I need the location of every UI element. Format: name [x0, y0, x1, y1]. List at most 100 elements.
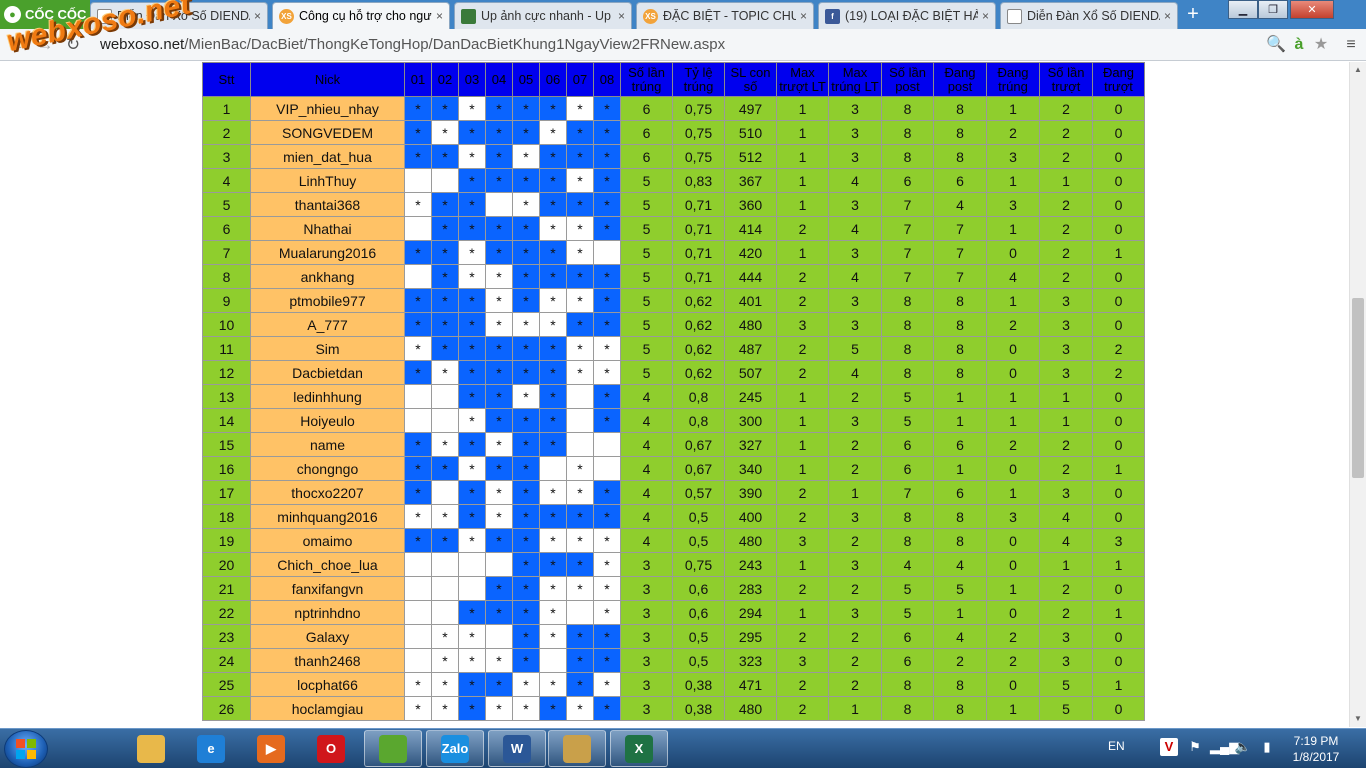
nick-cell[interactable]: Mualarung2016 [250, 240, 405, 265]
vertical-scrollbar[interactable]: ▲ ▼ [1349, 62, 1366, 727]
network-signal-icon[interactable]: ▂▄▆ [1210, 738, 1239, 756]
stat-cell: 2 [1039, 432, 1093, 457]
nick-cell[interactable]: hoclamgiau [250, 696, 405, 721]
miss-mark-cell: * [593, 672, 621, 697]
hit-mark-cell: * [404, 288, 432, 313]
taskbar-internet-explorer-button[interactable]: e [182, 730, 240, 767]
nick-cell[interactable]: mien_dat_hua [250, 144, 405, 169]
nick-cell[interactable]: VIP_nhieu_nhay [250, 96, 405, 121]
empty-mark-cell [404, 648, 432, 673]
new-tab-button[interactable]: + [1182, 4, 1204, 26]
hit-mark-cell: * [566, 552, 594, 577]
nick-cell[interactable]: Sim [250, 336, 405, 361]
hit-mark-cell: * [485, 144, 513, 169]
browser-tab[interactable]: Diễn Đàn Xổ Số DIENDA × [1000, 2, 1178, 29]
taskbar-coccoc-browser-button[interactable] [364, 730, 422, 767]
stat-cell: 0,8 [672, 384, 725, 409]
tab-close-icon[interactable]: × [618, 9, 625, 23]
taskbar-opera-button[interactable]: O [302, 730, 360, 767]
taskbar-explorer-button[interactable] [122, 730, 180, 767]
stat-cell: 243 [724, 552, 777, 577]
nick-cell[interactable]: Hoiyeulo [250, 408, 405, 433]
nick-cell[interactable]: name [250, 432, 405, 457]
url-path: /MienBac/DacBiet/ThongKeTongHop/DanDacBi… [184, 36, 726, 53]
menu-icon[interactable]: ≡ [1341, 35, 1361, 55]
stat-cell: 5 [933, 576, 987, 601]
hit-mark-cell: * [512, 624, 540, 649]
stat-cell: 8 [881, 144, 934, 169]
nick-cell[interactable]: omaimo [250, 528, 405, 553]
stat-cell: 1 [776, 600, 829, 625]
taskbar-media-player-button[interactable]: ▶ [242, 730, 300, 767]
nick-cell[interactable]: minhquang2016 [250, 504, 405, 529]
browser-tab[interactable]: XS ĐẶC BIỆT - TOPIC CHUY × [636, 2, 814, 29]
hit-mark-cell: * [512, 552, 540, 577]
tab-close-icon[interactable]: × [1164, 9, 1171, 23]
stat-cell: 323 [724, 648, 777, 673]
browser-tab[interactable]: XS Công cụ hỗ trợ cho ngươ × [272, 2, 450, 29]
stat-cell: 7 [881, 480, 934, 505]
input-language[interactable]: EN [1108, 739, 1125, 753]
stat-cell: 0,5 [672, 504, 725, 529]
start-button[interactable] [4, 730, 48, 768]
scroll-down-arrow-icon[interactable]: ▼ [1350, 711, 1366, 727]
taskbar-zalo-button[interactable]: Zalo [426, 730, 484, 767]
tab-close-icon[interactable]: × [982, 9, 989, 23]
miss-mark-cell: * [539, 600, 567, 625]
taskbar-excel-button[interactable]: X [610, 730, 668, 767]
nick-cell[interactable]: chongngo [250, 456, 405, 481]
nick-cell[interactable]: fanxifangvn [250, 576, 405, 601]
nick-cell[interactable]: ptmobile977 [250, 288, 405, 313]
miss-mark-cell: * [539, 312, 567, 337]
maximize-button[interactable]: ❐ [1258, 0, 1288, 19]
stat-cell: 471 [724, 672, 777, 697]
miss-mark-cell: * [512, 192, 540, 217]
stat-cell: 294 [724, 600, 777, 625]
nick-cell[interactable]: SONGVEDEM [250, 120, 405, 145]
address-bar[interactable]: webxoso.net/MienBac/DacBiet/ThongKeTongH… [96, 32, 1336, 58]
taskbar-word-button[interactable]: W [488, 730, 546, 767]
nick-cell[interactable]: nptrinhdno [250, 600, 405, 625]
nick-cell[interactable]: Dacbietdan [250, 360, 405, 385]
zoom-icon[interactable]: 🔍 [1266, 35, 1286, 55]
nick-cell[interactable]: Nhathai [250, 216, 405, 241]
nick-cell[interactable]: locphat66 [250, 672, 405, 697]
battery-icon[interactable]: ▮ [1258, 738, 1276, 756]
tab-close-icon[interactable]: × [436, 9, 443, 23]
minimize-button[interactable]: ▁ [1228, 0, 1258, 19]
nick-cell[interactable]: ledinhhung [250, 384, 405, 409]
browser-tab[interactable]: f (19) LOẠI ĐẶC BIỆT HÀN × [818, 2, 996, 29]
stat-cell: 0,5 [672, 624, 725, 649]
bookmark-star-icon[interactable]: ★ [1311, 35, 1331, 55]
stat-cell: 1 [986, 168, 1040, 193]
stat-cell: 327 [724, 432, 777, 457]
hit-mark-cell: * [458, 696, 486, 721]
volume-icon[interactable]: 🔈 [1234, 738, 1252, 756]
nick-cell[interactable]: thantai368 [250, 192, 405, 217]
taskbar-paint-button[interactable] [548, 730, 606, 767]
tab-close-icon[interactable]: × [800, 9, 807, 23]
stat-cell: 4 [620, 528, 673, 553]
nick-cell[interactable]: LinhThuy [250, 168, 405, 193]
system-clock[interactable]: 7:19 PM 1/8/2017 [1285, 733, 1347, 765]
nick-cell[interactable]: Chich_choe_lua [250, 552, 405, 577]
close-window-button[interactable]: ✕ [1290, 0, 1334, 19]
browser-tab[interactable]: Up ảnh cực nhanh - Up ! × [454, 2, 632, 29]
nick-cell[interactable]: Galaxy [250, 624, 405, 649]
flag-tray-icon[interactable]: ⚑ [1186, 738, 1204, 756]
tab-close-icon[interactable]: × [254, 9, 261, 23]
hit-mark-cell: * [512, 456, 540, 481]
nick-cell[interactable]: thocxo2207 [250, 480, 405, 505]
coccoc-extension-icon[interactable]: à [1289, 35, 1309, 55]
scroll-up-arrow-icon[interactable]: ▲ [1350, 62, 1366, 78]
img-favicon-icon [461, 8, 476, 24]
nick-cell[interactable]: A_777 [250, 312, 405, 337]
hit-mark-cell: * [512, 600, 540, 625]
stat-cell: 295 [724, 624, 777, 649]
v-app-tray-icon[interactable]: V [1160, 738, 1178, 756]
scrollbar-thumb[interactable] [1352, 298, 1364, 478]
nick-cell[interactable]: thanh2468 [250, 648, 405, 673]
stat-cell: 0,38 [672, 672, 725, 697]
nick-cell[interactable]: ankhang [250, 264, 405, 289]
stat-cell: 7 [881, 240, 934, 265]
